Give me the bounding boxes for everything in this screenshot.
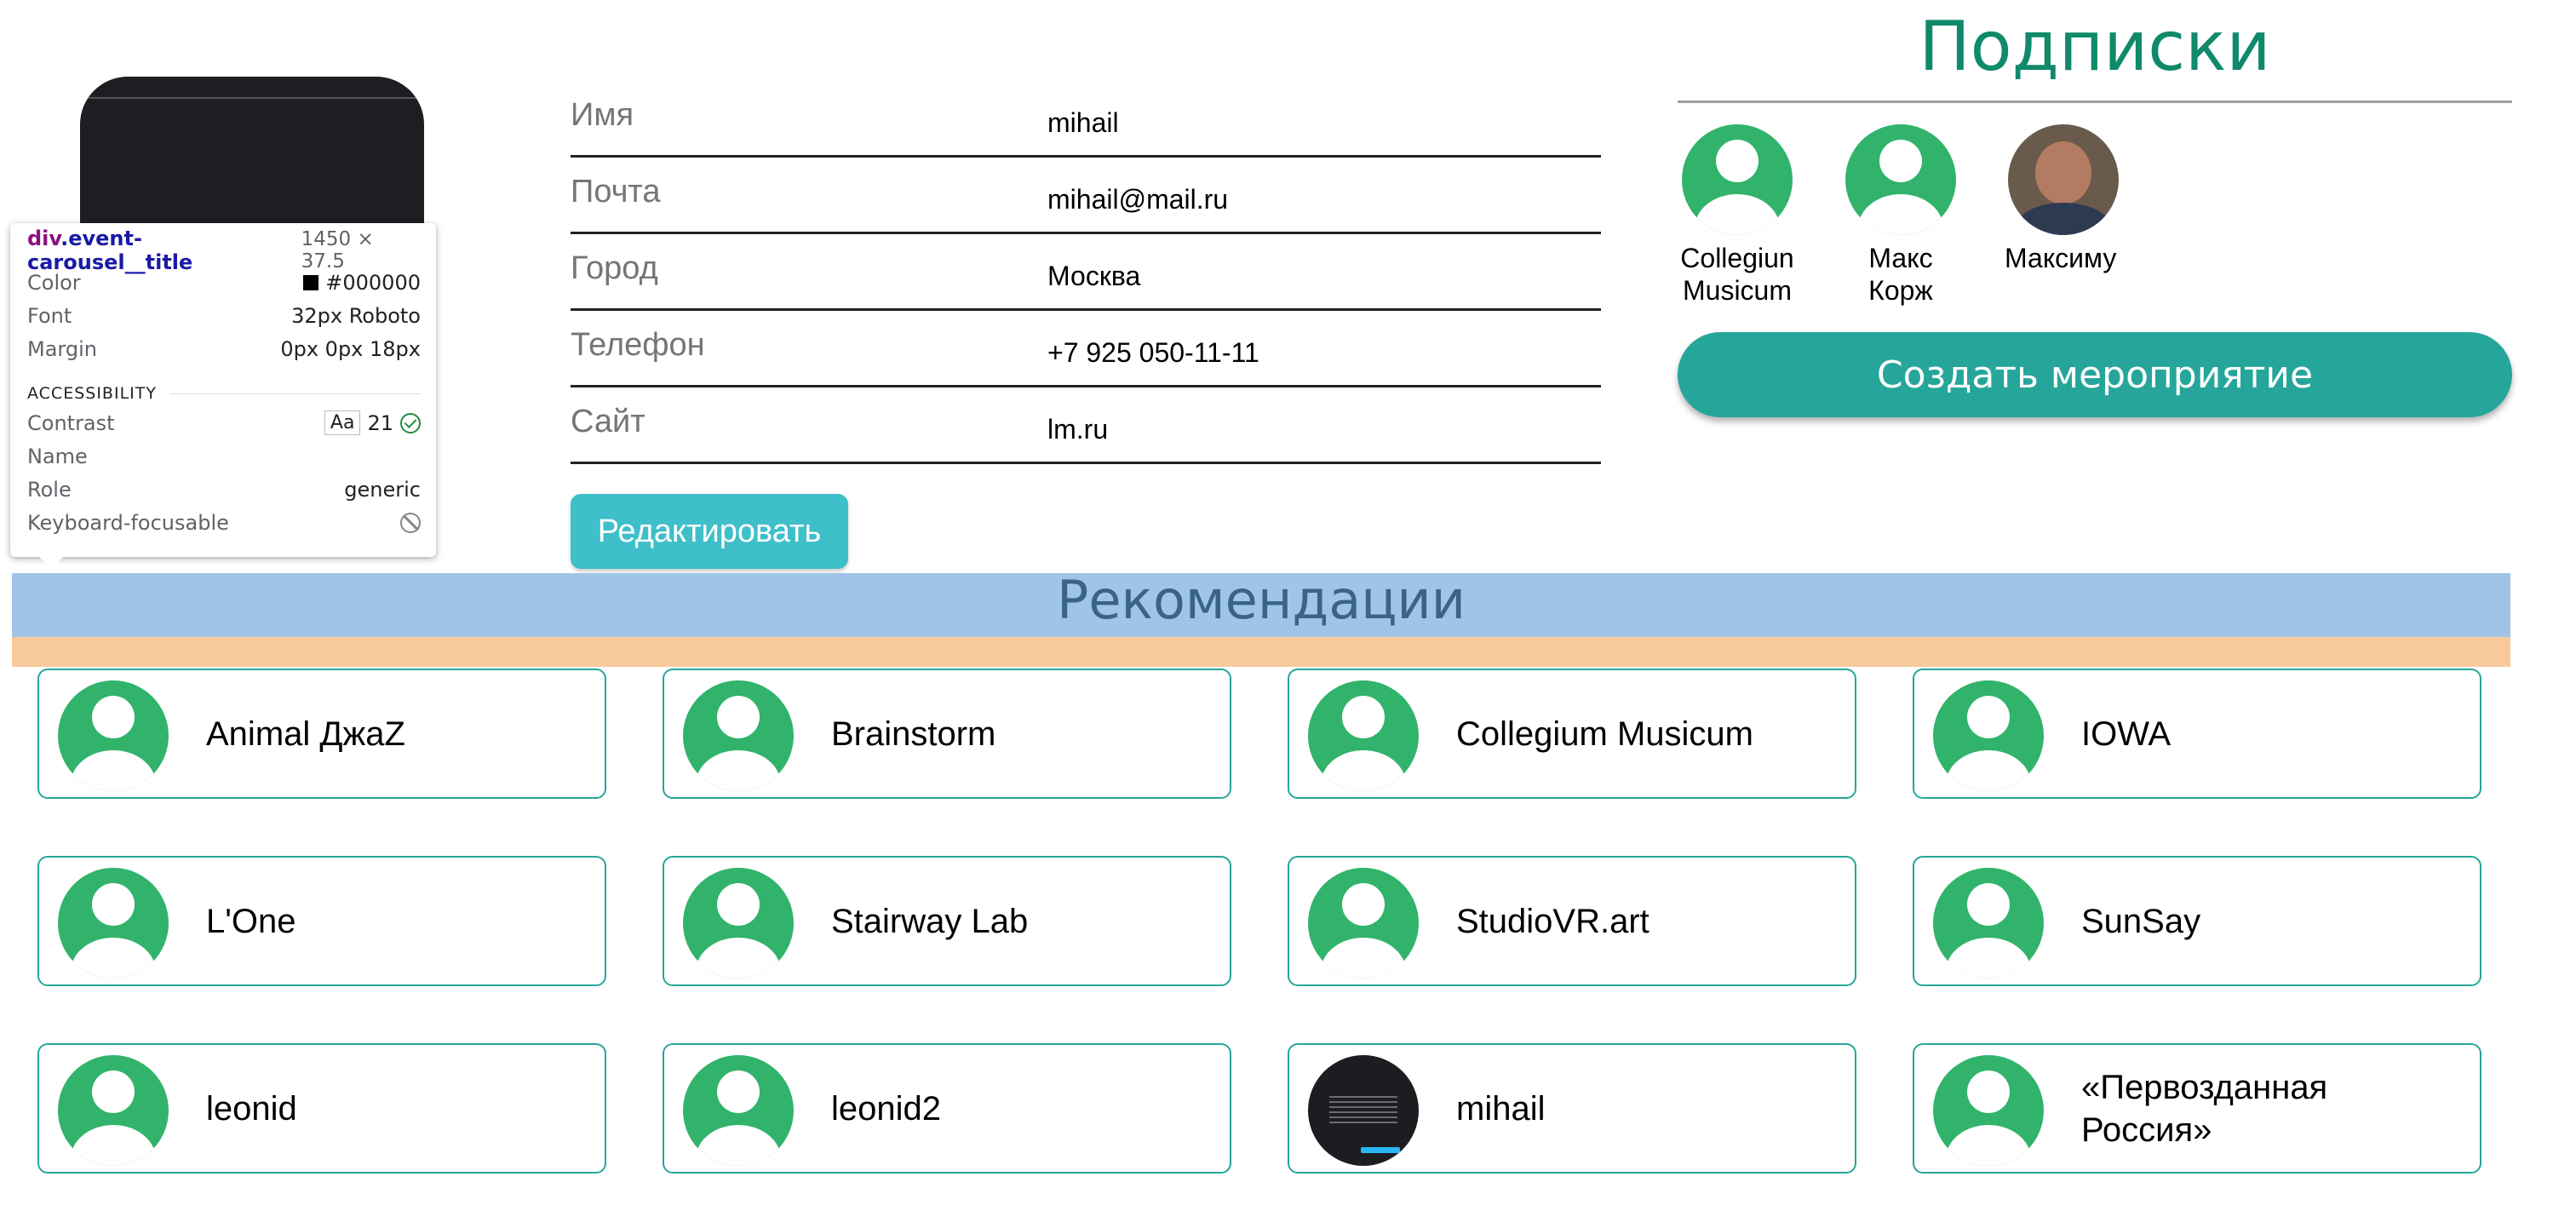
- field-email: Почта mihail@mail.ru: [571, 155, 1601, 234]
- subscription-name: Collegiun: [1680, 243, 1794, 273]
- tooltip-label: Contrast: [27, 410, 115, 435]
- tooltip-tag: div: [27, 227, 61, 250]
- field-value: mihail@mail.ru: [1047, 184, 1229, 215]
- subscription-name: Максиму: [2005, 243, 2117, 273]
- subscription-name: Корж: [1868, 275, 1933, 306]
- person-avatar-icon: [683, 868, 794, 979]
- tooltip-label: Role: [27, 477, 72, 502]
- field-label: Сайт: [571, 404, 645, 439]
- recommendation-card[interactable]: leonid: [37, 1043, 606, 1174]
- recommendation-card[interactable]: mihail: [1288, 1043, 1856, 1174]
- screenshot-avatar: [1308, 1055, 1419, 1166]
- field-value: Москва: [1047, 261, 1141, 291]
- recommendation-name: «Первозданная Россия»: [2081, 1068, 2328, 1149]
- tooltip-label: Margin: [27, 336, 97, 361]
- devtools-inspect-tooltip: div.event-carousel__title 1450 × 37.5 Co…: [10, 223, 436, 569]
- create-event-button[interactable]: Создать мероприятие: [1678, 332, 2512, 417]
- tooltip-value: 32px Roboto: [291, 303, 421, 328]
- contrast-value: 21: [367, 410, 393, 435]
- person-avatar-icon: [1308, 868, 1419, 979]
- color-swatch-icon: [303, 274, 319, 290]
- recommendation-card[interactable]: L'One: [37, 856, 606, 986]
- tooltip-row-margin: Margin 0px 0px 18px: [27, 332, 421, 365]
- tooltip-row-name: Name: [27, 439, 421, 473]
- tooltip-label: Keyboard-focusable: [27, 510, 229, 535]
- field-value: +7 925 050-11-11: [1047, 337, 1259, 368]
- recommendation-card[interactable]: «Первозданная Россия»: [1913, 1043, 2481, 1174]
- person-avatar-icon: [1682, 124, 1793, 235]
- check-circle-icon: [400, 412, 421, 433]
- recommendation-name: leonid2: [831, 1089, 942, 1128]
- person-avatar-icon: [58, 868, 169, 979]
- field-label: Город: [571, 250, 658, 286]
- tooltip-size: 1450 × 37.5: [301, 228, 374, 273]
- recommendation-name: Stairway Lab: [831, 902, 1029, 940]
- edit-profile-button[interactable]: Редактировать: [571, 494, 848, 569]
- recommendation-name: Animal ДжаZ: [206, 715, 405, 753]
- subscriptions-divider: [1678, 100, 2512, 103]
- field-city: Город Москва: [571, 232, 1601, 311]
- field-name: Имя mihail: [571, 78, 1601, 158]
- subscription-item[interactable]: Максиму: [2005, 124, 2119, 274]
- field-value: lm.ru: [1047, 414, 1109, 445]
- recommendation-name: IOWA: [2081, 715, 2172, 753]
- person-avatar-icon: [1933, 680, 2044, 791]
- field-label: Телефон: [571, 327, 705, 363]
- subscription-name: Musicum: [1682, 275, 1792, 306]
- recommendation-card[interactable]: Stairway Lab: [663, 856, 1231, 986]
- recommendation-name: SunSay: [2081, 902, 2201, 940]
- accessibility-heading-label: ACCESSIBILITY: [27, 384, 157, 403]
- person-avatar-icon: [1845, 124, 1956, 235]
- recommendation-name: Brainstorm: [831, 715, 996, 753]
- person-avatar-icon: [58, 1055, 169, 1166]
- recommendation-name: mihail: [1456, 1089, 1546, 1128]
- tooltip-selector: div.event-carousel__title: [27, 227, 301, 274]
- contrast-aa-badge: Aa: [324, 410, 361, 435]
- subscription-item[interactable]: Макс Корж: [1841, 124, 1960, 307]
- recommendation-name: L'One: [206, 902, 296, 940]
- subscription-name: Макс: [1868, 243, 1933, 273]
- person-avatar-icon: [683, 1055, 794, 1166]
- subscriptions-title: Подписки: [1919, 7, 2271, 86]
- tooltip-accessibility-heading: ACCESSIBILITY: [27, 381, 421, 406]
- recommendation-card[interactable]: StudioVR.art: [1288, 856, 1856, 986]
- field-label: Почта: [571, 174, 661, 209]
- person-avatar-icon: [1933, 1055, 2044, 1166]
- recommendation-card[interactable]: Collegium Musicum: [1288, 669, 1856, 799]
- person-avatar-icon: [58, 680, 169, 791]
- field-value: mihail: [1047, 107, 1119, 138]
- tooltip-label: Name: [27, 444, 88, 468]
- recommendations-title: Рекомендации: [1056, 569, 1466, 631]
- recommendation-card[interactable]: Brainstorm: [663, 669, 1231, 799]
- tooltip-row-contrast: Contrast Aa 21: [27, 406, 421, 439]
- subscription-item[interactable]: Collegiun Musicum: [1678, 124, 1797, 307]
- tooltip-value: generic: [344, 477, 421, 502]
- field-label: Имя: [571, 97, 634, 133]
- person-avatar-icon: [1933, 868, 2044, 979]
- person-avatar-icon: [1308, 680, 1419, 791]
- recommendation-name: StudioVR.art: [1456, 902, 1649, 940]
- tooltip-value: 0px 0px 18px: [280, 336, 421, 361]
- tooltip-row-font: Font 32px Roboto: [27, 299, 421, 332]
- recommendation-name: Collegium Musicum: [1456, 715, 1753, 753]
- field-site: Сайт lm.ru: [571, 385, 1601, 464]
- tooltip-row-focusable: Keyboard-focusable: [27, 506, 421, 539]
- tooltip-row-role: Role generic: [27, 473, 421, 506]
- tooltip-value: #000000: [325, 270, 421, 295]
- recommendation-card[interactable]: IOWA: [1913, 669, 2481, 799]
- tooltip-label: Color: [27, 270, 81, 295]
- person-avatar-icon: [683, 680, 794, 791]
- user-photo-avatar: [2008, 124, 2119, 235]
- recommendation-name: leonid: [206, 1089, 297, 1128]
- field-phone: Телефон +7 925 050-11-11: [571, 308, 1601, 387]
- recommendation-card[interactable]: Animal ДжаZ: [37, 669, 606, 799]
- tooltip-label: Font: [27, 303, 72, 328]
- recommendation-card[interactable]: leonid2: [663, 1043, 1231, 1174]
- recommendation-card[interactable]: SunSay: [1913, 856, 2481, 986]
- not-allowed-icon: [400, 512, 421, 533]
